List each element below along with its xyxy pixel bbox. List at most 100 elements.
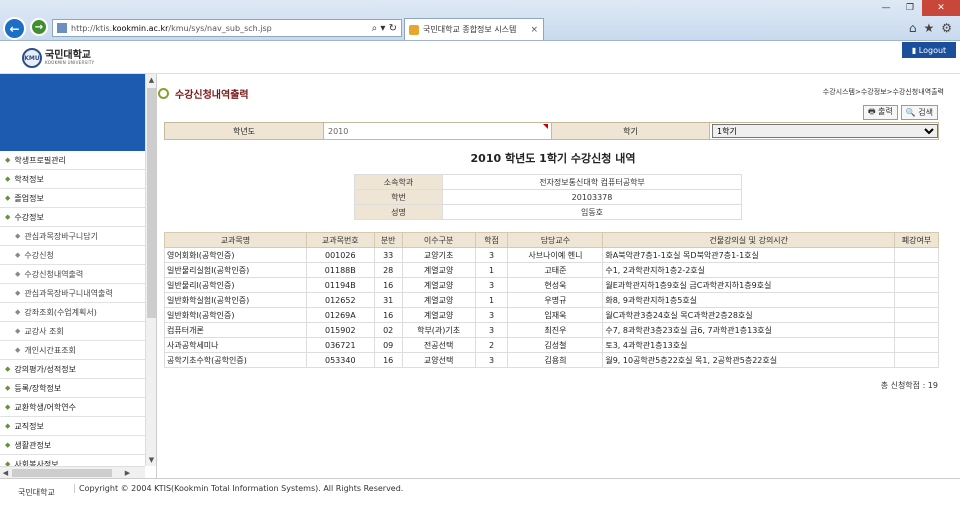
table-cell <box>894 247 939 263</box>
sidebar-item[interactable]: ◆ 개인시간표조회 <box>0 341 145 360</box>
print-button[interactable]: 🖶 출력 <box>862 105 898 120</box>
scroll-down-icon[interactable]: ▼ <box>146 454 156 466</box>
menu-bullet-icon: ◆ <box>5 384 11 392</box>
sidebar-item[interactable]: ◆ 교직정보 <box>0 417 145 436</box>
browser-tab[interactable]: 국민대학교 종합정보 시스템 × <box>404 18 544 40</box>
column-header: 교과목번호 <box>305 232 375 248</box>
menu-bullet-icon: ◆ <box>5 156 11 164</box>
sidebar-item[interactable]: ◆ 강의평가/성적정보 <box>0 360 145 379</box>
menu-bullet-icon: ◆ <box>15 327 21 335</box>
hscroll-thumb[interactable] <box>12 469 112 477</box>
table-cell: 3 <box>474 277 509 293</box>
menu-bullet-icon: ◆ <box>5 175 11 183</box>
favorites-star-icon[interactable]: ★ <box>923 21 934 35</box>
browser-chrome: ← → http://ktis.kookmin.ac.kr/kmu/sys/na… <box>0 0 960 41</box>
sidebar-item-label: 관심과목장바구니내역출력 <box>24 288 113 298</box>
menu-bullet-icon: ◆ <box>15 251 21 259</box>
table-cell: 최진우 <box>507 322 604 338</box>
table-cell <box>894 292 939 308</box>
table-cell: 33 <box>373 247 403 263</box>
minimize-icon[interactable]: — <box>874 0 898 16</box>
logout-button[interactable]: ▮ Logout <box>902 42 956 58</box>
tab-close-icon[interactable]: × <box>530 25 538 35</box>
sidebar-item-label: 강좌조회(수업계획서) <box>24 307 97 317</box>
address-url[interactable]: http://ktis.kookmin.ac.kr/kmu/sys/nav_su… <box>71 24 272 33</box>
scroll-thumb[interactable] <box>147 88 156 318</box>
sidebar-item-label: 교환학생/어학연수 <box>14 402 76 412</box>
column-header: 건물강의실 및 강의시간 <box>602 232 896 248</box>
window-close-icon[interactable]: ✕ <box>922 0 960 16</box>
back-icon[interactable]: ← <box>3 17 26 40</box>
address-bar[interactable]: http://ktis.kookmin.ac.kr/kmu/sys/nav_su… <box>52 19 402 37</box>
footer-copyright: Copyright © 2004 KTIS(Kookmin Total Info… <box>74 484 403 493</box>
menu-bullet-icon: ◆ <box>15 270 21 278</box>
sidebar-item[interactable]: ◆ 학적정보 <box>0 170 145 189</box>
settings-gear-icon[interactable]: ⚙ <box>941 21 952 35</box>
address-controls[interactable]: ⌕ ▾ ↻ <box>372 23 397 34</box>
sidebar-item[interactable]: ◆ 교강사 조회 <box>0 322 145 341</box>
sidebar-item[interactable]: ◆ 관심과목장바구니담기 <box>0 227 145 246</box>
search-button[interactable]: 🔍 검색 <box>900 105 938 120</box>
sidebar-item[interactable]: ◆ 수강신청내역출력 <box>0 265 145 284</box>
sidebar-item[interactable]: ◆ 생활관정보 <box>0 436 145 455</box>
scroll-right-icon[interactable]: ▶ <box>122 467 133 478</box>
table-cell: 임재욱 <box>507 307 604 323</box>
table-cell: 01188B <box>305 262 375 278</box>
sidebar-vertical-scrollbar[interactable]: ▲ ▼ <box>145 74 156 466</box>
logo-emblem-icon: KMU <box>22 48 42 68</box>
forward-icon[interactable]: → <box>30 18 48 36</box>
scroll-left-icon[interactable]: ◀ <box>0 467 11 478</box>
table-cell: 수7, 8과학관3층23호실 금6, 7과학관1층13호실 <box>602 322 896 338</box>
table-cell: 토3, 4과학관1층13호실 <box>602 337 896 353</box>
table-cell: 화A북악관7층1-1호실 목D북악관7층1-1호실 <box>602 247 896 263</box>
table-row: 사과공학세미나 036721 09 전공선택 2 김성철 토3, 4과학관1층13호실 <box>164 337 939 353</box>
table-cell: 일반화학I(공학인증) <box>164 307 307 323</box>
table-cell: 09 <box>373 337 403 353</box>
university-logo[interactable]: KMU 국민대학교 KOOKMIN UNIVERSITY <box>22 48 94 68</box>
enrollment-table: 교과목명 교과목번호 분반 이수구분 학점 담당교수 건물강의실 및 강의시간 폐강여부 영어… <box>164 232 939 368</box>
menu-bullet-icon: ◆ <box>5 422 11 430</box>
dept-value: 전자정보통신대학 컴퓨터공학부 <box>442 174 742 190</box>
table-cell <box>894 337 939 353</box>
sidebar-item-label: 수강정보 <box>14 212 44 222</box>
table-row: 일반화학실험I(공학인증) 012652 31 계열교양 1 우명규 화8, 9과학관지하1… <box>164 292 939 308</box>
page-title-text: 수강신청내역출력 <box>175 90 249 101</box>
table-cell: 16 <box>373 307 403 323</box>
sidebar-item[interactable]: ◆ 수강정보 <box>0 208 145 227</box>
year-field[interactable]: 2010 <box>323 123 551 139</box>
sidebar-item[interactable]: ◆ 졸업정보 <box>0 189 145 208</box>
table-row: 영어회화I(공학인증) 001026 33 교양기초 3 사브나이예 헨니 화A북악관7층1… <box>164 247 939 263</box>
sidebar-item[interactable]: ◆ 관심과목장바구니내역출력 <box>0 284 145 303</box>
sidebar-item-label: 수강신청 <box>24 250 54 260</box>
table-cell: 001026 <box>305 247 375 263</box>
table-cell <box>894 277 939 293</box>
menu-bullet-icon: ◆ <box>5 441 11 449</box>
table-cell: 김성철 <box>507 337 604 353</box>
home-icon[interactable]: ⌂ <box>909 21 917 35</box>
table-cell: 1 <box>474 292 509 308</box>
sidebar-item[interactable]: ◆ 수강신청 <box>0 246 145 265</box>
table-cell: 3 <box>474 322 509 338</box>
tab-title: 국민대학교 종합정보 시스템 <box>423 25 517 34</box>
sidebar-item[interactable]: ◆ 학생프로필관리 <box>0 151 145 170</box>
table-cell: 전공선택 <box>401 337 476 353</box>
table-header-row: 교과목명 교과목번호 분반 이수구분 학점 담당교수 건물강의실 및 강의시간 폐강여부 <box>164 232 939 248</box>
main-content: 수강신청내역출력 수강시스템>수강정보>수강신청내역출력 🖶 출력 🔍 검색 학… <box>158 74 960 478</box>
sidebar-item[interactable]: ◆ 등록/장학정보 <box>0 379 145 398</box>
table-cell: 우명규 <box>507 292 604 308</box>
sidebar-horizontal-scrollbar[interactable]: ◀ ▶ <box>0 466 145 478</box>
sidebar-item[interactable]: ◆ 강좌조회(수업계획서) <box>0 303 145 322</box>
footer: 국민대학교 Copyright © 2004 KTIS(Kookmin Tota… <box>0 478 960 512</box>
page-title: 수강신청내역출력 <box>158 86 249 101</box>
term-select[interactable]: 1학기 <box>712 124 938 138</box>
maximize-icon[interactable]: ❐ <box>898 0 922 16</box>
table-cell: 2 <box>474 337 509 353</box>
scroll-up-icon[interactable]: ▲ <box>146 74 156 86</box>
table-cell <box>894 262 939 278</box>
table-cell: 1 <box>474 262 509 278</box>
search-conditions: 학년도 2010 학기 1학기 <box>164 122 939 140</box>
total-credits: 총 신청학점 : 19 <box>880 381 938 390</box>
column-header: 분반 <box>373 232 403 248</box>
sidebar-item[interactable]: ◆ 교환학생/어학연수 <box>0 398 145 417</box>
term-label: 학기 <box>551 123 709 139</box>
